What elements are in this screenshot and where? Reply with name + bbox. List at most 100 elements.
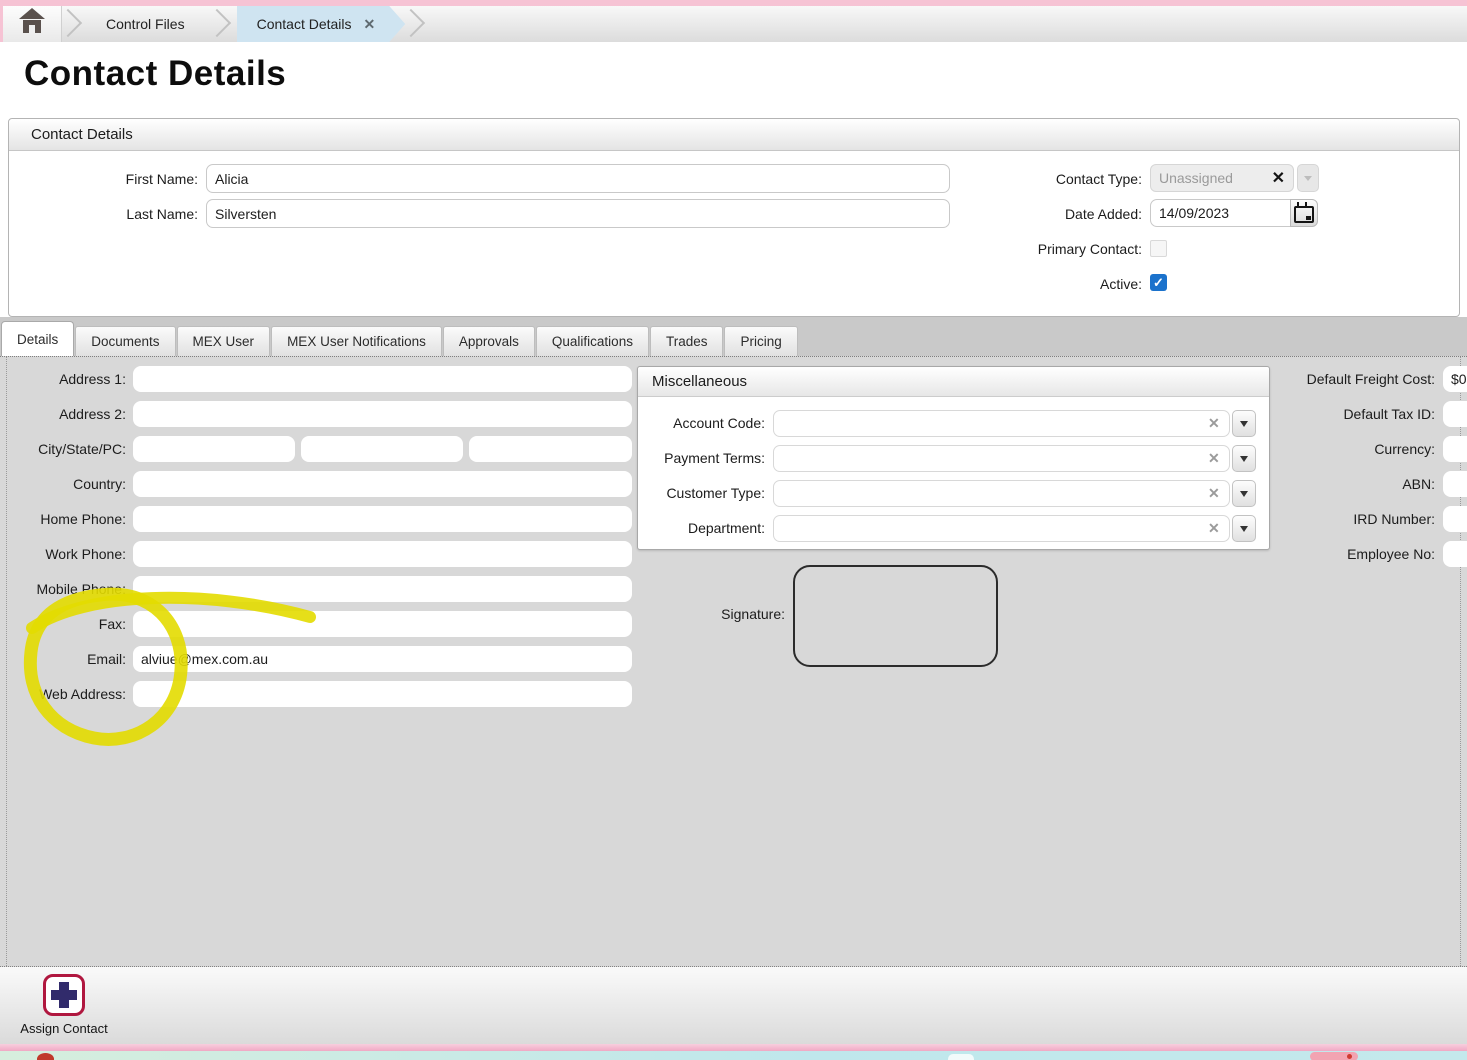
ird-number-label: IRD Number:: [1275, 511, 1435, 527]
mobile-phone-field[interactable]: [133, 576, 632, 602]
country-field[interactable]: [133, 471, 632, 497]
primary-contact-checkbox[interactable]: [1150, 240, 1167, 257]
first-name-label: First Name:: [60, 171, 198, 187]
currency-field[interactable]: [1443, 436, 1467, 462]
primary-contact-label: Primary Contact:: [990, 241, 1142, 257]
email-label: Email:: [0, 651, 126, 667]
plus-icon: [43, 974, 85, 1016]
calendar-icon: [1294, 206, 1314, 223]
page-title: Contact Details: [24, 54, 286, 94]
fax-label: Fax:: [0, 616, 126, 632]
tab-strip: Details Documents MEX User MEX User Noti…: [0, 317, 1467, 356]
tab-mex-user[interactable]: MEX User: [177, 326, 271, 356]
email-field[interactable]: [133, 646, 632, 672]
mobile-phone-label: Mobile Phone:: [0, 581, 126, 597]
calendar-button[interactable]: [1290, 199, 1318, 227]
clear-icon[interactable]: ✕: [1272, 168, 1285, 188]
clear-icon[interactable]: ✕: [1208, 450, 1220, 467]
fax-field[interactable]: [133, 611, 632, 637]
contact-type-combo[interactable]: Unassigned ✕: [1150, 164, 1319, 192]
contact-details-window: Control Files Contact Details ✕ Contact …: [0, 0, 1467, 1060]
breadcrumb: Control Files Contact Details ✕: [3, 6, 1467, 43]
background-white-shape: [948, 1054, 974, 1060]
chevron-down-icon: [1240, 456, 1248, 462]
address2-field[interactable]: [133, 401, 632, 427]
home-button[interactable]: [3, 6, 62, 42]
contact-type-value: Unassigned: [1159, 170, 1272, 186]
chevron-down-icon: [1240, 526, 1248, 532]
check-icon: ✓: [1153, 275, 1164, 291]
tab-details[interactable]: Details: [1, 321, 74, 356]
window-frame-bottom: [0, 1044, 1467, 1051]
web-address-label: Web Address:: [0, 686, 126, 702]
contact-type-dropdown-button[interactable]: [1297, 164, 1319, 192]
customer-type-dropdown-button[interactable]: [1232, 480, 1256, 507]
breadcrumb-label: Contact Details: [257, 16, 352, 32]
home-icon: [19, 14, 45, 34]
account-code-dropdown-button[interactable]: [1232, 410, 1256, 437]
web-address-field[interactable]: [133, 681, 632, 707]
breadcrumb-contact-details-active[interactable]: Contact Details ✕: [237, 6, 406, 42]
postcode-field[interactable]: [469, 436, 632, 462]
address2-label: Address 2:: [0, 406, 126, 422]
clear-icon[interactable]: ✕: [1208, 520, 1220, 537]
address1-label: Address 1:: [0, 371, 126, 387]
ird-number-field[interactable]: [1443, 506, 1467, 532]
customer-type-label: Customer Type:: [635, 485, 765, 501]
address1-field[interactable]: [133, 366, 632, 392]
default-freight-cost-field[interactable]: [1443, 366, 1467, 392]
tab-documents[interactable]: Documents: [75, 326, 175, 356]
signature-box[interactable]: [793, 565, 998, 667]
close-tab-icon[interactable]: ✕: [364, 16, 376, 33]
clear-icon[interactable]: ✕: [1208, 485, 1220, 502]
city-field[interactable]: [133, 436, 295, 462]
contact-type-label: Contact Type:: [990, 171, 1142, 187]
tab-mex-user-notifications[interactable]: MEX User Notifications: [271, 326, 442, 356]
home-phone-label: Home Phone:: [0, 511, 126, 527]
department-label: Department:: [635, 520, 765, 536]
payment-terms-dropdown-button[interactable]: [1232, 445, 1256, 472]
chevron-down-icon: [1240, 491, 1248, 497]
last-name-label: Last Name:: [60, 206, 198, 222]
work-phone-label: Work Phone:: [0, 546, 126, 562]
contact-type-field: Unassigned ✕: [1150, 164, 1294, 192]
chevron-right-icon: [405, 6, 431, 42]
work-phone-field[interactable]: [133, 541, 632, 567]
department-dropdown-button[interactable]: [1232, 515, 1256, 542]
default-freight-cost-label: Default Freight Cost:: [1275, 371, 1435, 387]
background-window-strip: [0, 1051, 1467, 1060]
bottom-toolbar: Assign Contact: [0, 966, 1467, 1046]
abn-field[interactable]: [1443, 471, 1467, 497]
tab-pricing[interactable]: Pricing: [724, 326, 797, 356]
background-pink-shape: [1310, 1052, 1358, 1060]
tab-approvals[interactable]: Approvals: [443, 326, 535, 356]
date-added-picker: [1150, 199, 1318, 227]
breadcrumb-label: Control Files: [106, 16, 185, 32]
tab-trades[interactable]: Trades: [650, 326, 724, 356]
department-field[interactable]: [773, 515, 1230, 542]
account-code-field[interactable]: [773, 410, 1230, 437]
tab-qualifications[interactable]: Qualifications: [536, 326, 649, 356]
account-code-label: Account Code:: [635, 415, 765, 431]
last-name-field[interactable]: [206, 199, 950, 228]
breadcrumb-control-files[interactable]: Control Files: [88, 6, 211, 42]
customer-type-field[interactable]: [773, 480, 1230, 507]
employee-no-field[interactable]: [1443, 541, 1467, 567]
assign-contact-label: Assign Contact: [20, 1021, 107, 1036]
home-phone-field[interactable]: [133, 506, 632, 532]
date-added-label: Date Added:: [990, 206, 1142, 222]
city-state-pc-label: City/State/PC:: [0, 441, 126, 457]
payment-terms-field[interactable]: [773, 445, 1230, 472]
state-field[interactable]: [301, 436, 463, 462]
miscellaneous-header: Miscellaneous: [638, 367, 1269, 397]
clear-icon[interactable]: ✕: [1208, 415, 1220, 432]
chevron-down-icon: [1304, 176, 1312, 181]
default-tax-id-field[interactable]: [1443, 401, 1467, 427]
background-red-shape: [37, 1053, 54, 1060]
title-bar: Contact Details: [0, 42, 1467, 110]
first-name-field[interactable]: [206, 164, 950, 193]
chevron-right-icon: [62, 6, 88, 42]
assign-contact-button[interactable]: Assign Contact: [14, 974, 114, 1036]
country-label: Country:: [0, 476, 126, 492]
active-checkbox[interactable]: ✓: [1150, 274, 1167, 291]
